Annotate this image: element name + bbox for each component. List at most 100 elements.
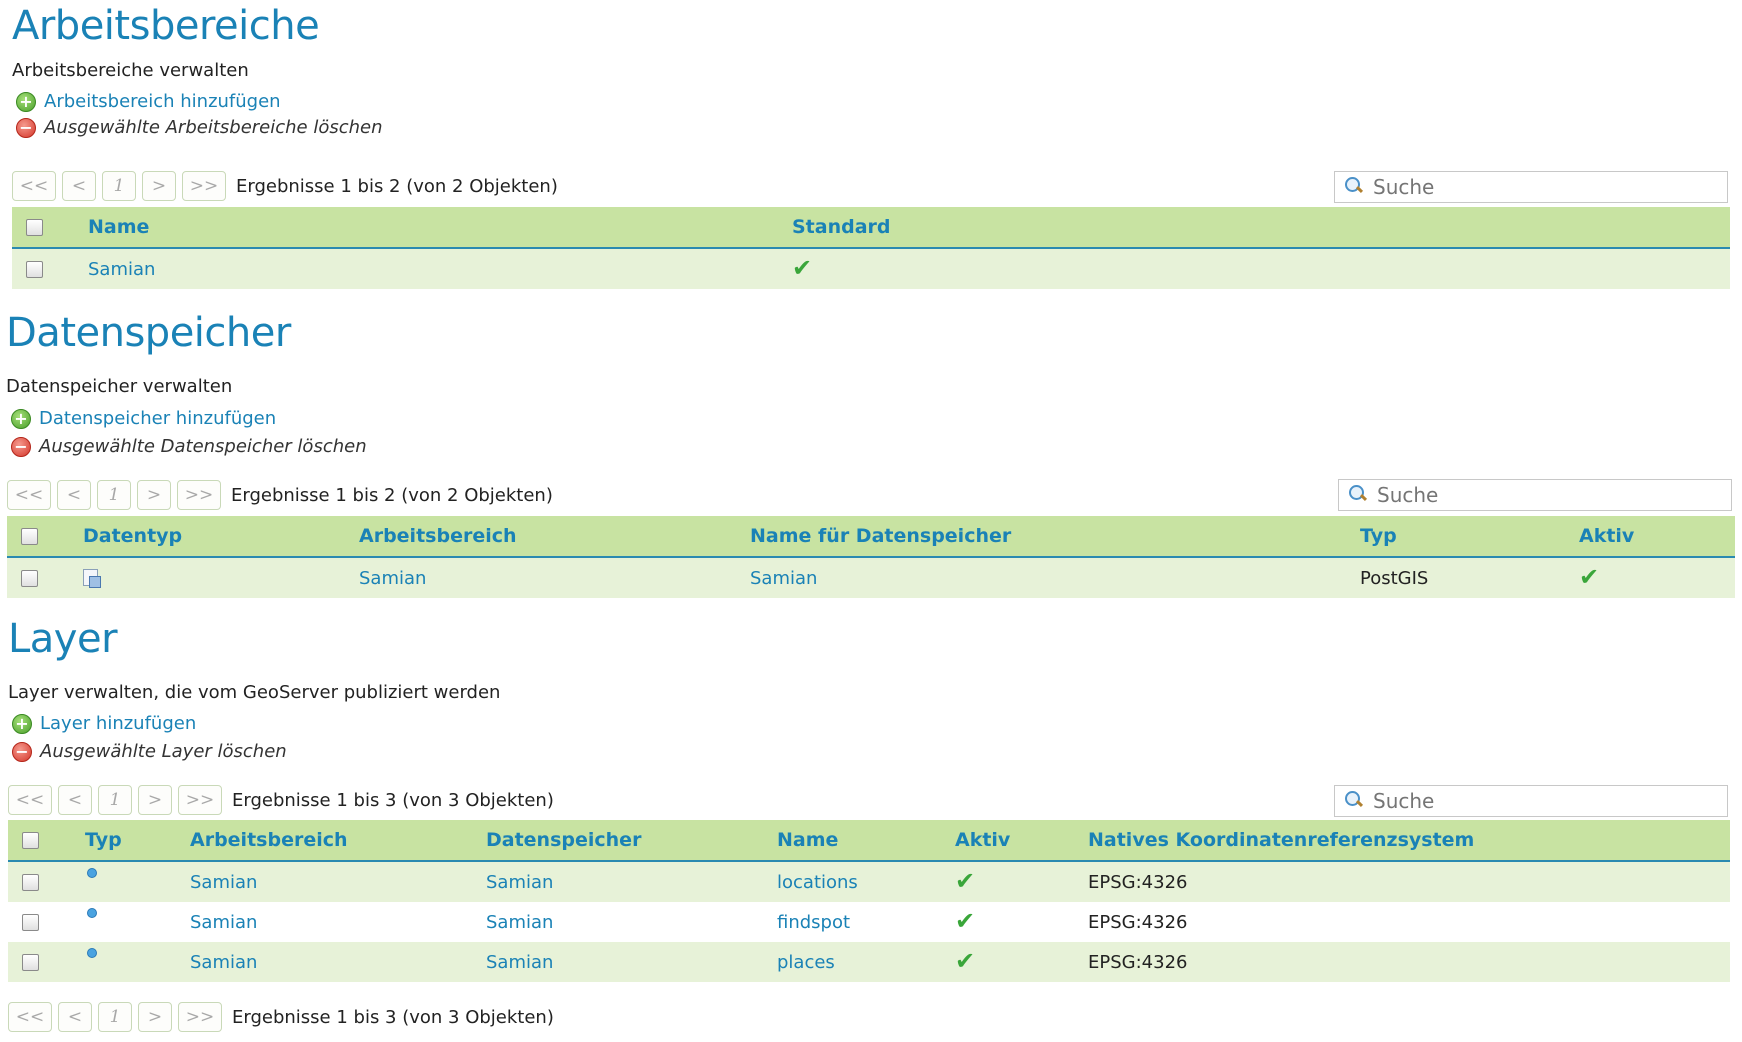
column-header-store-name[interactable]: Name für Datenspeicher [750, 516, 1360, 558]
select-all-checkbox[interactable] [26, 219, 43, 236]
layers-title: Layer [8, 616, 118, 662]
add-icon: + [16, 92, 36, 112]
layers-search-input[interactable] [1373, 789, 1693, 813]
workspaces-search-box[interactable] [1334, 171, 1728, 203]
pager-first-button[interactable]: << [8, 1002, 52, 1032]
select-all-checkbox[interactable] [21, 528, 38, 545]
layers-search-box[interactable] [1334, 785, 1728, 817]
type-cell [85, 942, 190, 982]
stores-pager: << < 1 > >> Ergebnisse 1 bis 2 (von 2 Ob… [7, 478, 553, 512]
row-checkbox[interactable] [26, 261, 43, 278]
add-workspace-action[interactable]: + Arbeitsbereich hinzufügen [16, 88, 281, 116]
active-cell: ✔ [955, 861, 1088, 902]
column-header-workspace[interactable]: Arbeitsbereich [190, 820, 486, 862]
row-select-cell [7, 557, 83, 598]
pager-prev-button[interactable]: < [58, 785, 92, 815]
column-header-active[interactable]: Aktiv [1579, 516, 1735, 558]
column-header-crs[interactable]: Natives Koordinatenreferenzsystem [1088, 820, 1730, 862]
workspaces-title: Arbeitsbereiche [12, 3, 320, 49]
pager-page-button[interactable]: 1 [98, 785, 132, 815]
delete-stores-label[interactable]: Ausgewählte Datenspeicher löschen [39, 433, 367, 461]
add-store-action[interactable]: + Datenspeicher hinzufügen [11, 405, 276, 433]
pager-prev-button[interactable]: < [58, 1002, 92, 1032]
pager-results-text: Ergebnisse 1 bis 3 (von 3 Objekten) [232, 1006, 554, 1028]
row-checkbox[interactable] [21, 570, 38, 587]
add-store-link[interactable]: Datenspeicher hinzufügen [39, 405, 276, 433]
pager-results-text: Ergebnisse 1 bis 3 (von 3 Objekten) [232, 789, 554, 811]
column-header-store[interactable]: Datenspeicher [486, 820, 777, 862]
stores-title: Datenspeicher [6, 310, 291, 356]
pager-prev-button[interactable]: < [57, 480, 91, 510]
pager-last-button[interactable]: >> [177, 480, 221, 510]
pager-last-button[interactable]: >> [182, 171, 226, 201]
delete-layers-label[interactable]: Ausgewählte Layer löschen [40, 738, 287, 766]
delete-layers-action[interactable]: − Ausgewählte Layer löschen [12, 738, 287, 766]
pager-page-button[interactable]: 1 [97, 480, 131, 510]
delete-workspaces-action[interactable]: − Ausgewählte Arbeitsbereiche löschen [16, 114, 383, 142]
select-all-cell [8, 820, 85, 862]
delete-workspaces-label[interactable]: Ausgewählte Arbeitsbereiche löschen [44, 114, 383, 142]
workspaces-description: Arbeitsbereiche verwalten [12, 60, 249, 81]
workspace-link[interactable]: Samian [190, 952, 257, 973]
column-header-type[interactable]: Typ [1360, 516, 1579, 558]
pager-results-text: Ergebnisse 1 bis 2 (von 2 Objekten) [231, 484, 553, 506]
delete-stores-action[interactable]: − Ausgewählte Datenspeicher löschen [11, 433, 367, 461]
pager-next-button[interactable]: > [138, 785, 172, 815]
pager-prev-button[interactable]: < [62, 171, 96, 201]
workspace-link[interactable]: Samian [359, 568, 426, 589]
workspace-name-link[interactable]: Samian [88, 259, 155, 280]
table-row: Samian Samian locations ✔ EPSG:4326 [8, 861, 1730, 902]
layer-name-link[interactable]: locations [777, 872, 858, 893]
add-layer-action[interactable]: + Layer hinzufügen [12, 710, 196, 738]
check-icon: ✔ [1579, 562, 1600, 591]
layer-name-link[interactable]: places [777, 952, 835, 973]
pager-first-button[interactable]: << [7, 480, 51, 510]
add-workspace-link[interactable]: Arbeitsbereich hinzufügen [44, 88, 281, 116]
layer-name-link[interactable]: findspot [777, 912, 850, 933]
pager-next-button[interactable]: > [142, 171, 176, 201]
workspace-cell: Samian [190, 861, 486, 902]
workspaces-search-input[interactable] [1373, 175, 1693, 199]
stores-table: Datentyp Arbeitsbereich Name für Datensp… [7, 516, 1735, 598]
store-cell: Samian [486, 861, 777, 902]
pager-page-button[interactable]: 1 [98, 1002, 132, 1032]
point-icon [87, 947, 97, 958]
column-header-datatype[interactable]: Datentyp [83, 516, 359, 558]
workspace-cell: Samian [359, 557, 750, 598]
store-cell: Samian [486, 902, 777, 942]
pager-first-button[interactable]: << [12, 171, 56, 201]
layers-description: Layer verwalten, die vom GeoServer publi… [8, 682, 501, 703]
column-header-type[interactable]: Typ [85, 820, 190, 862]
row-checkbox[interactable] [22, 874, 39, 891]
column-header-name[interactable]: Name [777, 820, 955, 862]
layer-name-cell: locations [777, 861, 955, 902]
pager-page-button[interactable]: 1 [102, 171, 136, 201]
pager-first-button[interactable]: << [8, 785, 52, 815]
store-link[interactable]: Samian [486, 872, 553, 893]
workspace-link[interactable]: Samian [190, 872, 257, 893]
column-header-active[interactable]: Aktiv [955, 820, 1088, 862]
column-header-name[interactable]: Name [88, 207, 792, 249]
row-checkbox[interactable] [22, 914, 39, 931]
select-all-checkbox[interactable] [22, 832, 39, 849]
store-name-link[interactable]: Samian [750, 568, 817, 589]
pager-last-button[interactable]: >> [178, 785, 222, 815]
row-select-cell [8, 902, 85, 942]
add-icon: + [11, 409, 31, 429]
pager-last-button[interactable]: >> [178, 1002, 222, 1032]
row-checkbox[interactable] [22, 954, 39, 971]
workspace-link[interactable]: Samian [190, 912, 257, 933]
pager-next-button[interactable]: > [137, 480, 171, 510]
table-header: Name Standard [12, 207, 1730, 249]
column-header-standard[interactable]: Standard [792, 207, 1730, 249]
layers-pager: << < 1 > >> Ergebnisse 1 bis 3 (von 3 Ob… [8, 783, 554, 817]
stores-search-input[interactable] [1377, 483, 1697, 507]
store-link[interactable]: Samian [486, 952, 553, 973]
column-header-workspace[interactable]: Arbeitsbereich [359, 516, 750, 558]
search-icon [1343, 176, 1365, 198]
add-layer-link[interactable]: Layer hinzufügen [40, 710, 196, 738]
check-icon: ✔ [955, 906, 976, 935]
stores-search-box[interactable] [1338, 479, 1732, 511]
store-link[interactable]: Samian [486, 912, 553, 933]
pager-next-button[interactable]: > [138, 1002, 172, 1032]
